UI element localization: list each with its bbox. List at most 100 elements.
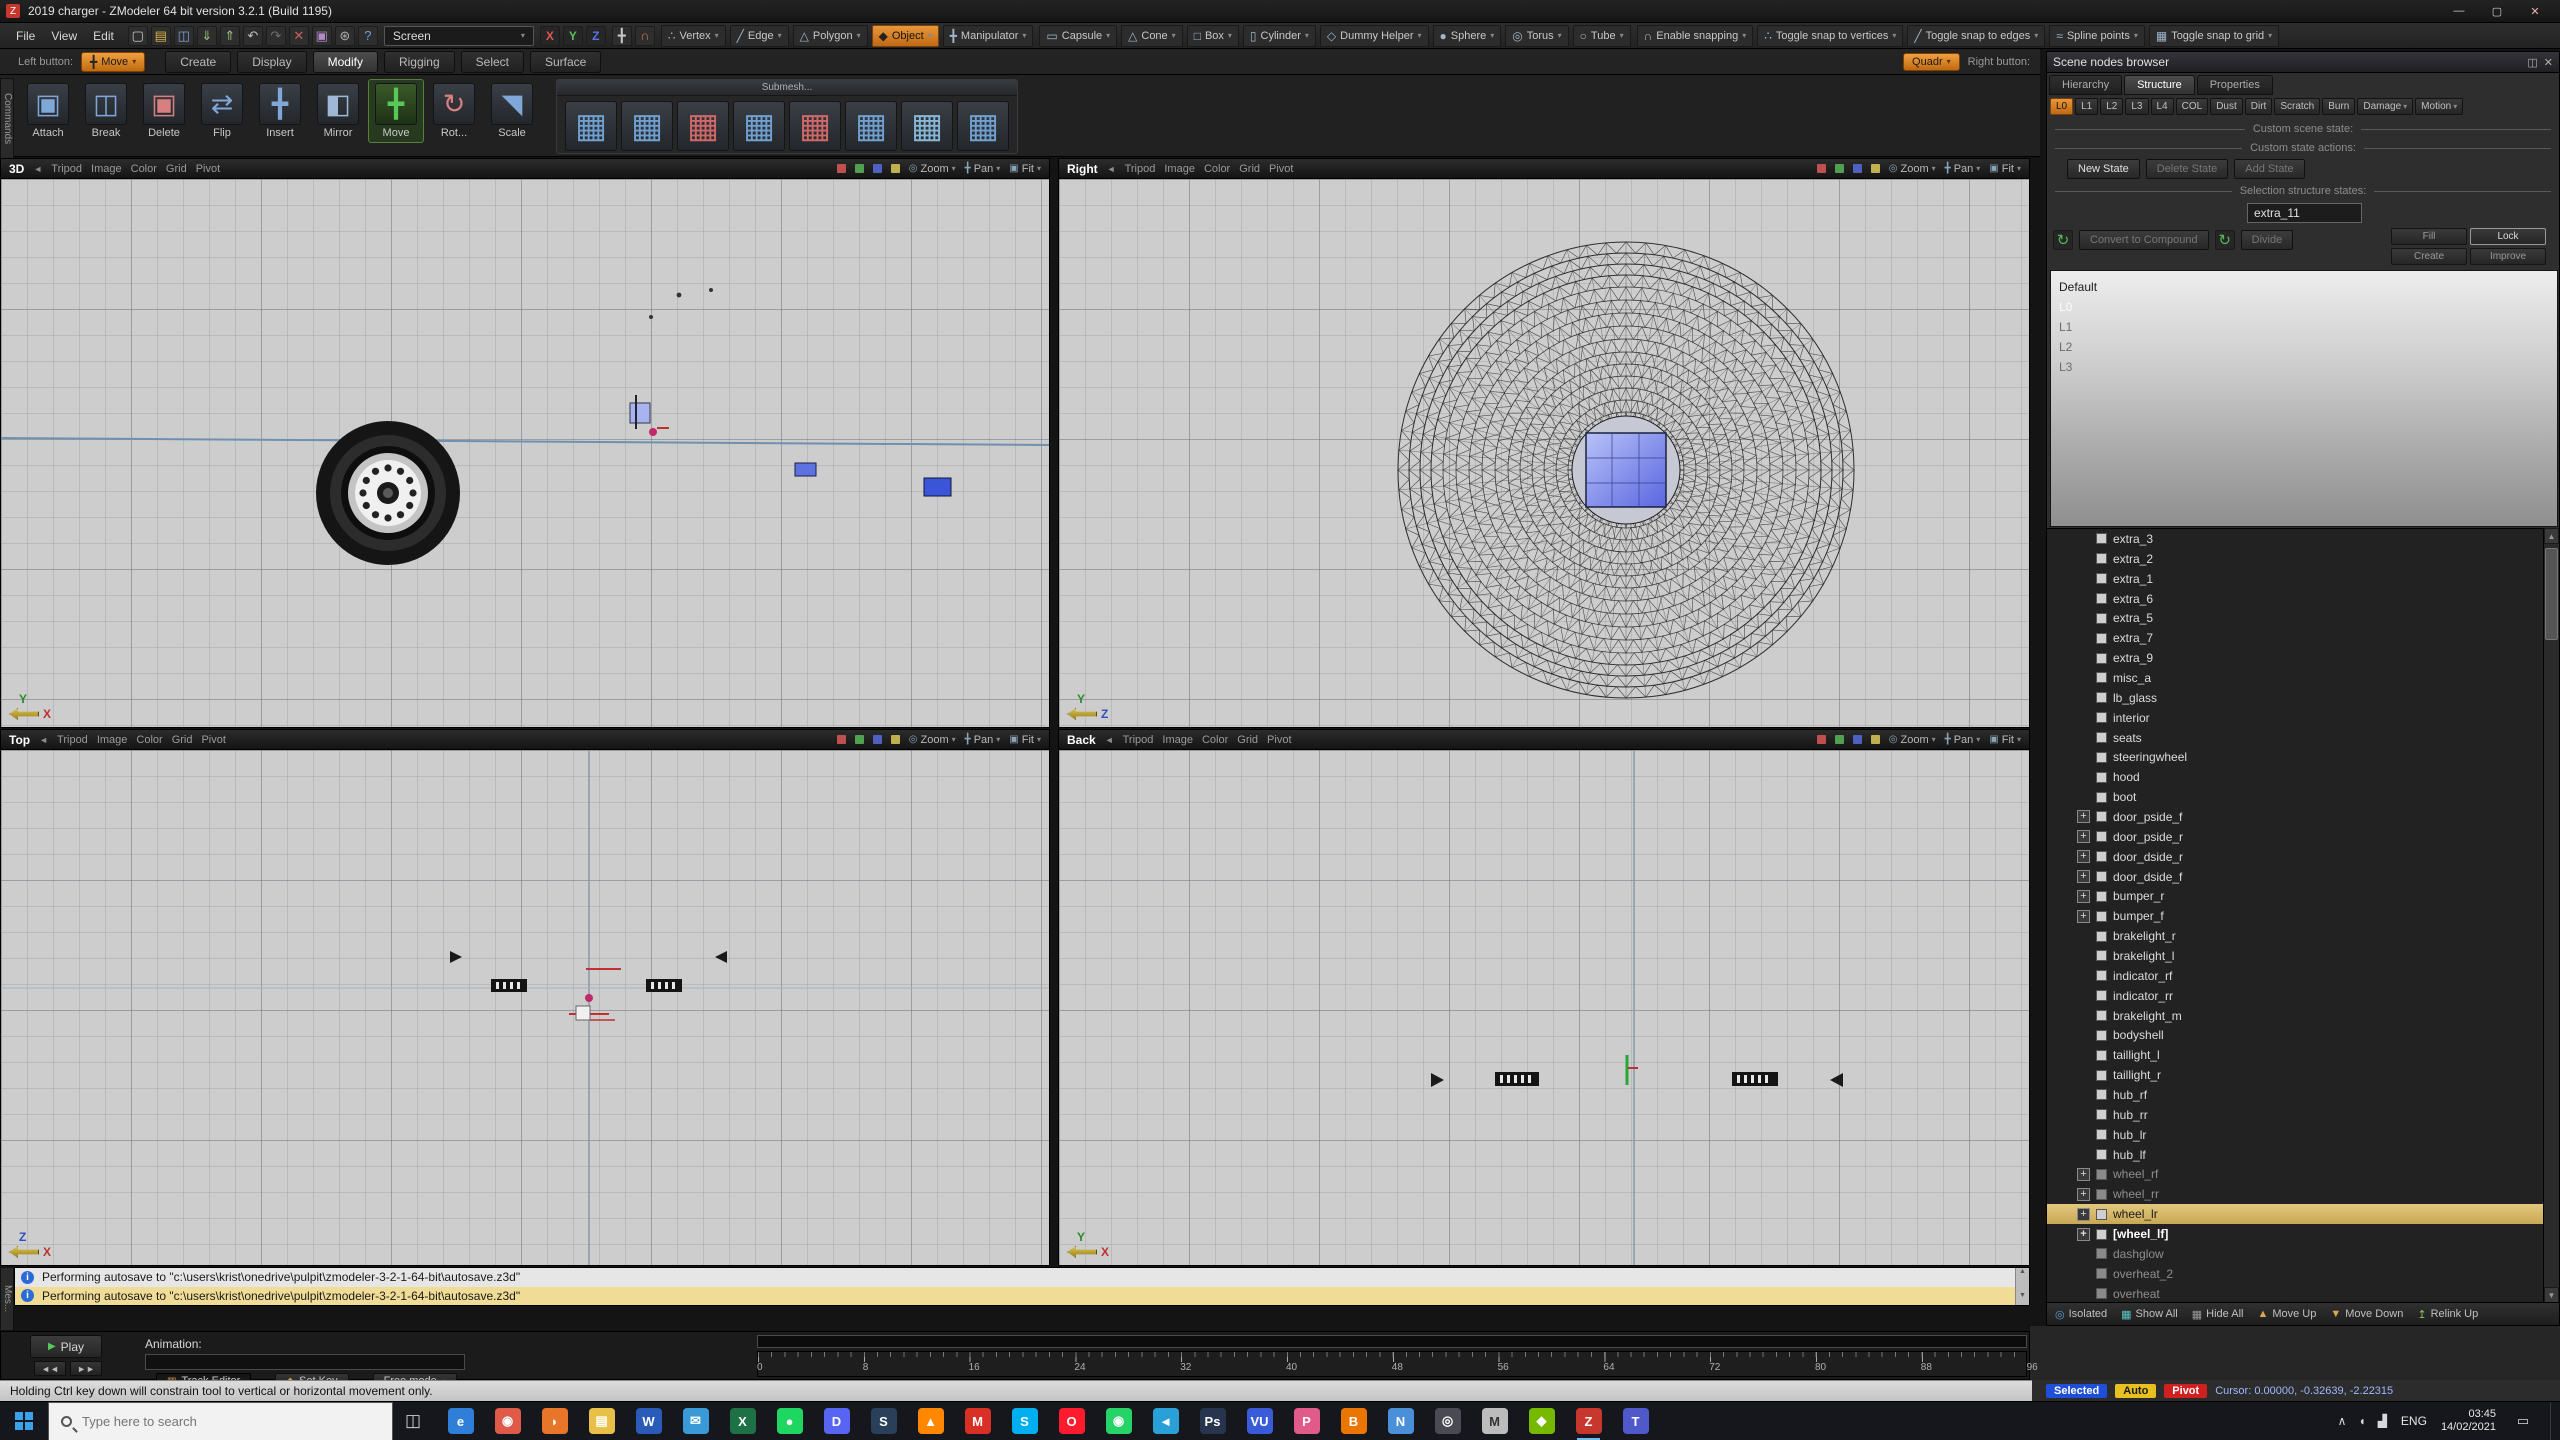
- expand-icon[interactable]: +: [2077, 1208, 2090, 1221]
- ribbon-tab-modify[interactable]: Modify: [313, 51, 378, 73]
- viewport-fit-control[interactable]: ▣Fit▾: [1989, 163, 2021, 175]
- state-col-button[interactable]: COL: [2176, 98, 2209, 115]
- viewport-menu-image[interactable]: Image: [91, 163, 122, 175]
- tree-node-brakelight-m[interactable]: brakelight_m: [2047, 1006, 2545, 1026]
- viewport-toolbar-icon[interactable]: [891, 735, 900, 744]
- viewport-collapse-icon[interactable]: ◄: [1105, 735, 1114, 745]
- node-checkbox[interactable]: [2096, 1109, 2107, 1120]
- divide-button[interactable]: Divide: [2241, 230, 2294, 250]
- tree-node-wheel-rr[interactable]: +wheel_rr: [2047, 1184, 2545, 1204]
- show-desktop-button[interactable]: [2550, 1402, 2556, 1440]
- taskbar-app-media-player[interactable]: VU: [1246, 1405, 1273, 1438]
- node-checkbox[interactable]: [2096, 891, 2107, 902]
- tool-break-button[interactable]: ◫Break: [78, 79, 134, 143]
- viewport-menu-color[interactable]: Color: [136, 734, 162, 746]
- node-checkbox[interactable]: [2096, 573, 2107, 584]
- submesh-icon-4[interactable]: ▦: [733, 101, 785, 151]
- taskbar-app-teams[interactable]: T: [1622, 1405, 1649, 1438]
- node-checkbox[interactable]: [2096, 653, 2107, 664]
- expand-icon[interactable]: +: [2077, 1168, 2090, 1181]
- submesh-icon-6[interactable]: ▦: [845, 101, 897, 151]
- expand-icon[interactable]: +: [2077, 890, 2090, 903]
- node-checkbox[interactable]: [2096, 772, 2107, 783]
- scene-state-l0[interactable]: L0: [2059, 297, 2557, 317]
- tree-node-lb-glass[interactable]: lb_glass: [2047, 688, 2545, 708]
- axis-x-button[interactable]: X: [540, 26, 560, 46]
- state-l2-button[interactable]: L2: [2100, 98, 2123, 115]
- node-checkbox[interactable]: [2096, 1149, 2107, 1160]
- taskbar-app-notepad[interactable]: N: [1387, 1405, 1414, 1438]
- primitive-sphere-button[interactable]: ●Sphere▾: [1433, 25, 1502, 47]
- lock-button[interactable]: Lock: [2470, 228, 2546, 245]
- submesh-icon-2[interactable]: ▦: [621, 101, 673, 151]
- tool-insert-button[interactable]: ╋Insert: [252, 79, 308, 143]
- node-checkbox[interactable]: [2096, 672, 2107, 683]
- taskbar-app-blender[interactable]: B: [1340, 1405, 1367, 1438]
- taskbar-app-skype[interactable]: S: [1011, 1405, 1038, 1438]
- node-checkbox[interactable]: [2096, 911, 2107, 922]
- taskbar-app-whatsapp[interactable]: ◉: [1105, 1405, 1132, 1438]
- viewport-menu-grid[interactable]: Grid: [1237, 734, 1258, 746]
- node-checkbox[interactable]: [2096, 1030, 2107, 1041]
- snap-toggle-snap-to-vertices-button[interactable]: ∴Toggle snap to vertices▾: [1757, 25, 1903, 47]
- delete-icon[interactable]: ✕: [289, 26, 309, 46]
- scene-state-l2[interactable]: L2: [2059, 337, 2557, 357]
- state-dirt-button[interactable]: Dirt: [2245, 98, 2273, 115]
- ribbon-tab-select[interactable]: Select: [461, 51, 524, 73]
- viewport-top[interactable]: Top◄TripodImageColorGridPivot◎Zoom▾╋Pan▾…: [0, 729, 1050, 1266]
- node-checkbox[interactable]: [2096, 1089, 2107, 1100]
- taskbar-app-telegram[interactable]: ◄: [1152, 1405, 1179, 1438]
- viewport-fit-control[interactable]: ▣Fit▾: [1009, 163, 1041, 175]
- viewport-3d-canvas[interactable]: YX: [1, 179, 1049, 727]
- auto-badge[interactable]: Auto: [2115, 1384, 2156, 1398]
- step-back-button[interactable]: ◄◄: [34, 1361, 66, 1376]
- primitive-box-button[interactable]: □Box▾: [1187, 25, 1239, 47]
- tree-node-steeringwheel[interactable]: steeringwheel: [2047, 747, 2545, 767]
- node-checkbox[interactable]: [2096, 990, 2107, 1001]
- tree-node-overheat[interactable]: overheat: [2047, 1284, 2545, 1303]
- submesh-icon-8[interactable]: ▦: [957, 101, 1009, 151]
- ribbon-tab-surface[interactable]: Surface: [530, 51, 601, 73]
- scrollbar-thumb[interactable]: [2545, 548, 2558, 640]
- viewport-menu-color[interactable]: Color: [1204, 163, 1230, 175]
- tree-node-door-pside-f[interactable]: +door_pside_f: [2047, 807, 2545, 827]
- create-button[interactable]: Create: [2391, 248, 2467, 265]
- taskbar-app-obs[interactable]: ◎: [1434, 1405, 1461, 1438]
- node-checkbox[interactable]: [2096, 831, 2107, 842]
- tool-attach-button[interactable]: ▣Attach: [20, 79, 76, 143]
- tree-node-brakelight-l[interactable]: brakelight_l: [2047, 946, 2545, 966]
- timeline-ruler[interactable]: 081624324048566472808896: [757, 1351, 2027, 1377]
- node-checkbox[interactable]: [2096, 1010, 2107, 1021]
- node-checkbox[interactable]: [2096, 732, 2107, 743]
- node-checkbox[interactable]: [2096, 1268, 2107, 1279]
- taskbar-app-word[interactable]: W: [635, 1405, 662, 1438]
- tab-properties[interactable]: Properties: [2197, 75, 2273, 95]
- undo-icon[interactable]: ↶: [243, 26, 263, 46]
- dock-icon[interactable]: ◫: [2527, 56, 2537, 69]
- hidden-icons-chevron[interactable]: ∧: [2338, 1414, 2347, 1428]
- axis-z-button[interactable]: Z: [586, 26, 606, 46]
- tree-node-door-dside-f[interactable]: +door_dside_f: [2047, 867, 2545, 887]
- axis-y-button[interactable]: Y: [563, 26, 583, 46]
- tool-delete-button[interactable]: ▣Delete: [136, 79, 192, 143]
- tree-node-indicator-rf[interactable]: indicator_rf: [2047, 966, 2545, 986]
- right-button-tool[interactable]: Quadr ▾: [1903, 53, 1960, 71]
- start-button[interactable]: [0, 1402, 48, 1440]
- scene-state-l3[interactable]: L3: [2059, 357, 2557, 377]
- viewport-menu-tripod[interactable]: Tripod: [1125, 163, 1156, 175]
- tree-node-interior[interactable]: interior: [2047, 708, 2545, 728]
- viewport-menu-image[interactable]: Image: [97, 734, 128, 746]
- add-state-button[interactable]: Add State: [2234, 159, 2304, 179]
- state-l0-button[interactable]: L0: [2050, 98, 2073, 115]
- isolated-button[interactable]: ◎Isolated: [2055, 1308, 2107, 1321]
- viewport-name[interactable]: Back: [1067, 733, 1096, 747]
- viewport-menu-tripod[interactable]: Tripod: [51, 163, 82, 175]
- tree-node-hub-lr[interactable]: hub_lr: [2047, 1125, 2545, 1145]
- submesh-icon-3[interactable]: ▦: [677, 101, 729, 151]
- viewport-toolbar-icon[interactable]: [855, 735, 864, 744]
- scene-state-l1[interactable]: L1: [2059, 317, 2557, 337]
- tool-move-button[interactable]: ╋Move: [368, 79, 424, 143]
- scene-state-default[interactable]: Default: [2059, 277, 2557, 297]
- tree-node-extra-2[interactable]: extra_2: [2047, 549, 2545, 569]
- pick-axes-icon[interactable]: ╋: [612, 26, 632, 46]
